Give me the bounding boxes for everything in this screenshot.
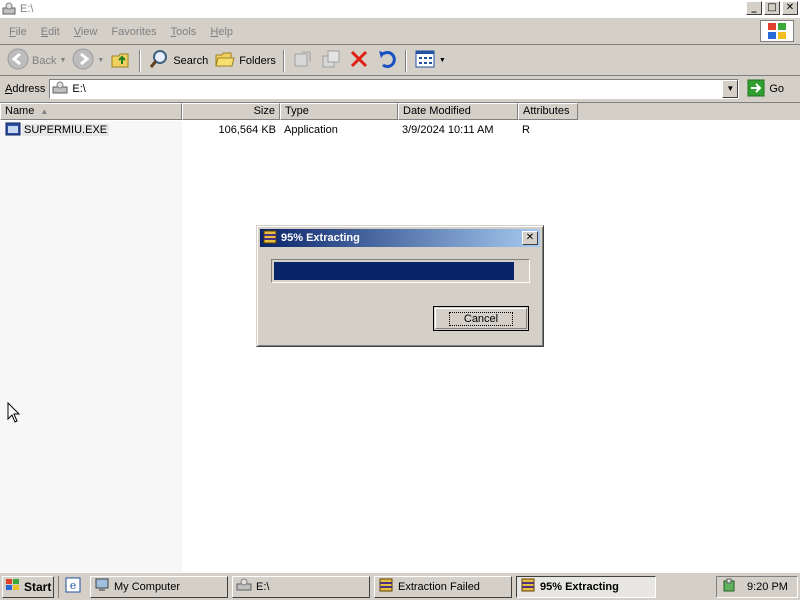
sort-ascending-icon: ▲ [40, 107, 49, 116]
task-my-computer[interactable]: My Computer [90, 575, 228, 598]
address-dropdown-button[interactable]: ▼ [722, 80, 739, 98]
close-button[interactable]: ✕ [782, 1, 798, 15]
minimize-button[interactable]: _ [746, 1, 762, 15]
folders-button[interactable]: Folders [211, 49, 279, 73]
window-titlebar[interactable]: E:\ _ □ ✕ [0, 0, 800, 18]
go-button[interactable]: Go [747, 79, 784, 100]
up-folder-button[interactable] [107, 49, 135, 73]
extracting-dialog: 95% Extracting ✕ Cancel [256, 225, 544, 347]
forward-button[interactable]: ▼ [69, 48, 107, 73]
drive-icon [52, 81, 68, 98]
quick-launch-ie[interactable]: e [58, 575, 86, 598]
dialog-title: 95% Extracting [281, 232, 360, 244]
column-header-size[interactable]: Size [182, 103, 280, 120]
menu-file[interactable]: File [2, 26, 34, 38]
menu-bar: File Edit View Favorites Tools Help [0, 19, 800, 45]
move-to-icon [292, 48, 314, 73]
toolbar-separator [404, 49, 407, 72]
taskbar: Start e My Computer E:\ Extraction Faile… [0, 572, 800, 600]
views-icon [414, 48, 436, 73]
menu-view[interactable]: View [67, 26, 105, 38]
progress-bar [271, 259, 530, 283]
toolbar-separator [282, 49, 285, 72]
mouse-cursor-icon [7, 401, 21, 427]
svg-text:e: e [69, 579, 76, 592]
start-button[interactable]: Start [2, 575, 54, 598]
winrar-icon [520, 577, 536, 596]
dialog-titlebar[interactable]: 95% Extracting ✕ [260, 229, 540, 247]
drive-icon [2, 2, 16, 16]
copy-to-button[interactable] [317, 49, 345, 73]
menu-tools[interactable]: Tools [164, 26, 204, 38]
cancel-button[interactable]: Cancel [433, 306, 529, 331]
undo-icon [376, 48, 398, 73]
address-bar: Address E:\ ▼ Go [0, 77, 800, 101]
internet-explorer-icon: e [65, 577, 81, 596]
file-date-modified: 3/9/2024 10:11 AM [402, 124, 494, 136]
application-icon [5, 121, 21, 140]
undo-button[interactable] [373, 49, 401, 73]
address-value: E:\ [72, 83, 86, 95]
back-arrow-icon [7, 48, 29, 73]
winrar-icon [378, 577, 394, 596]
menu-help[interactable]: Help [203, 26, 240, 38]
search-button[interactable]: Search [145, 49, 211, 73]
column-header-date-modified[interactable]: Date Modified [398, 103, 518, 120]
delete-button[interactable] [345, 49, 373, 73]
move-to-button[interactable] [289, 49, 317, 73]
my-computer-icon [94, 577, 110, 596]
column-header-name[interactable]: Name ▲ [0, 103, 182, 120]
forward-dropdown-icon[interactable]: ▼ [97, 57, 104, 64]
network-tray-icon[interactable] [721, 578, 737, 597]
system-tray: 9:20 PM [716, 576, 798, 598]
go-arrow-icon [747, 79, 765, 100]
dialog-close-button[interactable]: ✕ [522, 231, 538, 245]
folders-icon [214, 48, 236, 73]
column-header-attributes[interactable]: Attributes [518, 103, 578, 120]
file-name-cell[interactable]: SUPERMIU.EXE [0, 121, 182, 140]
file-attributes: R [522, 124, 530, 136]
views-dropdown-icon[interactable]: ▼ [439, 57, 446, 64]
task-extraction-failed[interactable]: Extraction Failed [374, 575, 512, 598]
progress-fill [274, 262, 515, 280]
back-dropdown-icon[interactable]: ▼ [59, 57, 66, 64]
window-title: E:\ [20, 3, 34, 15]
list-header: Name ▲ Size Type Date Modified Attributes [0, 103, 800, 120]
address-input[interactable]: E:\ ▼ [49, 79, 740, 99]
drive-icon [236, 577, 252, 596]
file-size: 106,564 KB [218, 124, 277, 136]
file-type: Application [284, 124, 338, 136]
winrar-icon [263, 230, 277, 247]
toolbar-separator [139, 49, 142, 72]
task-extracting[interactable]: 95% Extracting [516, 575, 656, 598]
windows-flag-icon [5, 578, 21, 595]
menu-edit[interactable]: Edit [34, 26, 67, 38]
windows-logo-icon [760, 20, 794, 42]
up-folder-icon [110, 48, 132, 73]
sorted-column-highlight [0, 121, 182, 573]
standard-toolbar: Back ▼ ▼ Search Folders ▼ [0, 46, 800, 76]
menu-favorites[interactable]: Favorites [104, 26, 163, 38]
table-row[interactable]: SUPERMIU.EXE 106,564 KB Application 3/9/… [0, 122, 578, 138]
delete-x-icon [348, 48, 370, 73]
column-header-type[interactable]: Type [280, 103, 398, 120]
restore-button[interactable]: □ [764, 1, 780, 15]
file-name: SUPERMIU.EXE [22, 124, 110, 136]
clock[interactable]: 9:20 PM [747, 581, 788, 593]
task-explorer-e[interactable]: E:\ [232, 575, 370, 598]
views-button[interactable]: ▼ [411, 49, 449, 73]
forward-arrow-icon [72, 48, 94, 73]
copy-to-icon [320, 48, 342, 73]
search-icon [148, 48, 170, 73]
address-label: Address [5, 83, 46, 95]
back-button[interactable]: Back ▼ [4, 48, 69, 73]
